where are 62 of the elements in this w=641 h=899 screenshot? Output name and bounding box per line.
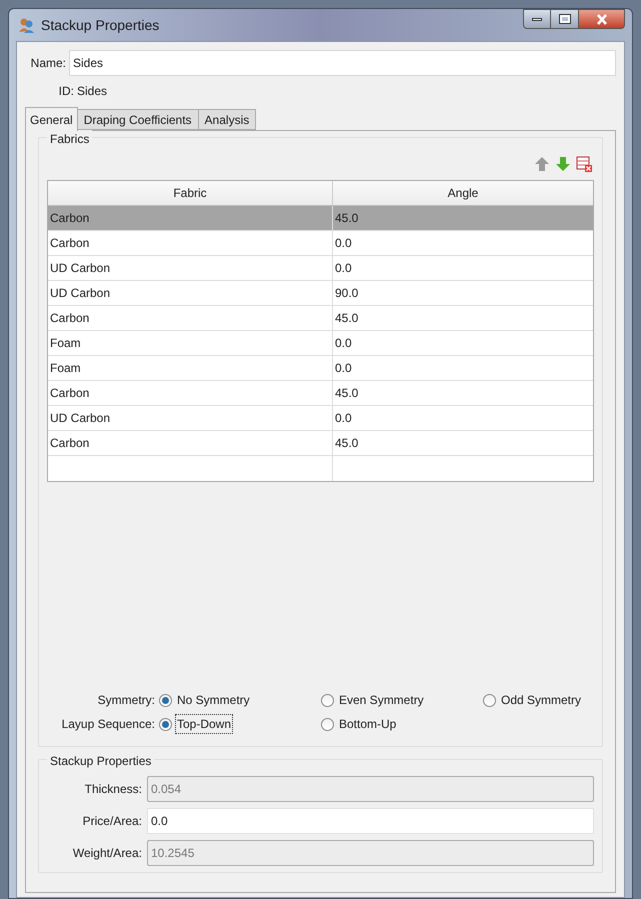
table-row[interactable]: Foam 0.0	[48, 356, 593, 381]
radio-button[interactable]	[159, 694, 172, 706]
table-cell: Foam	[48, 356, 333, 380]
table-cell-text: 0.0	[334, 235, 353, 252]
table-row[interactable]: Carbon 45.0	[48, 381, 593, 406]
table-row[interactable]: UD Carbon 0.0	[48, 256, 593, 281]
radio-button[interactable]	[159, 718, 172, 730]
name-field[interactable]: Sides	[69, 50, 616, 76]
field-label: Thickness:	[84, 781, 143, 798]
table-cell: UD Carbon	[48, 256, 333, 280]
table-row[interactable]: Carbon 45.0	[48, 206, 593, 231]
table-cell: Carbon	[48, 431, 333, 455]
column-header[interactable]: Fabric	[48, 181, 333, 205]
radio-button[interactable]	[321, 694, 334, 706]
table-cell-text: 90.0	[334, 285, 360, 302]
table-cell: Carbon	[48, 306, 333, 330]
name-label: Name:	[30, 55, 67, 72]
table-row[interactable]: UD Carbon 0.0	[48, 406, 593, 431]
input-field[interactable]: 0.0	[147, 808, 594, 834]
radio-button[interactable]	[483, 694, 496, 706]
delete-table-icon[interactable]	[576, 156, 592, 172]
table-cell-text: 0.0	[334, 335, 353, 352]
table-cell-text: 45.0	[334, 385, 360, 402]
table-row[interactable]: Foam 0.0	[48, 331, 593, 356]
table-cell: UD Carbon	[48, 281, 333, 305]
close-button[interactable]	[578, 9, 625, 29]
id-value: Sides	[77, 83, 108, 100]
tab[interactable]: Analysis	[198, 109, 256, 130]
column-header[interactable]: Angle	[333, 181, 593, 205]
people-icon	[18, 16, 35, 34]
table-row[interactable]: Carbon 45.0	[48, 306, 593, 331]
table-row[interactable]: Carbon 45.0	[48, 431, 593, 456]
table-cell: Carbon	[48, 231, 333, 255]
radio-button[interactable]	[321, 718, 334, 730]
id-label: ID:	[58, 83, 75, 100]
window-title: Stackup Properties	[41, 16, 160, 35]
maximize-button[interactable]	[551, 9, 578, 29]
table-row[interactable]: UD Carbon 90.0	[48, 281, 593, 306]
table-cell-text: 45.0	[334, 310, 360, 327]
layup-sequence-label: Layup Sequence:	[60, 716, 156, 733]
field-label: Weight/Area:	[72, 845, 143, 862]
table-cell: Foam	[48, 331, 333, 355]
table-row[interactable]: Carbon 0.0	[48, 231, 593, 256]
radio-label[interactable]: No Symmetry	[176, 691, 251, 709]
symmetry-label: Symmetry:	[96, 692, 156, 709]
radio-label[interactable]: Top-Down	[176, 715, 232, 733]
field-label: Price/Area:	[82, 813, 143, 830]
table-cell-text: 45.0	[334, 435, 360, 452]
table-cell: UD Carbon	[48, 406, 333, 430]
close-icon	[596, 14, 608, 24]
table-cell-text: 45.0	[334, 210, 360, 227]
table-cell-text: 0.0	[334, 260, 353, 277]
tab[interactable]: Draping Coefficients	[78, 109, 199, 130]
minimize-button[interactable]	[523, 9, 551, 29]
table-cell-text: 0.0	[334, 360, 353, 377]
table-cell-text: 0.0	[334, 410, 353, 427]
radio-label[interactable]: Odd Symmetry	[500, 691, 582, 709]
table-cell: Carbon	[48, 381, 333, 405]
tab[interactable]: General	[25, 107, 78, 131]
radio-label[interactable]: Bottom-Up	[338, 715, 398, 733]
radio-label[interactable]: Even Symmetry	[338, 691, 425, 709]
table-cell: Carbon	[48, 206, 333, 230]
